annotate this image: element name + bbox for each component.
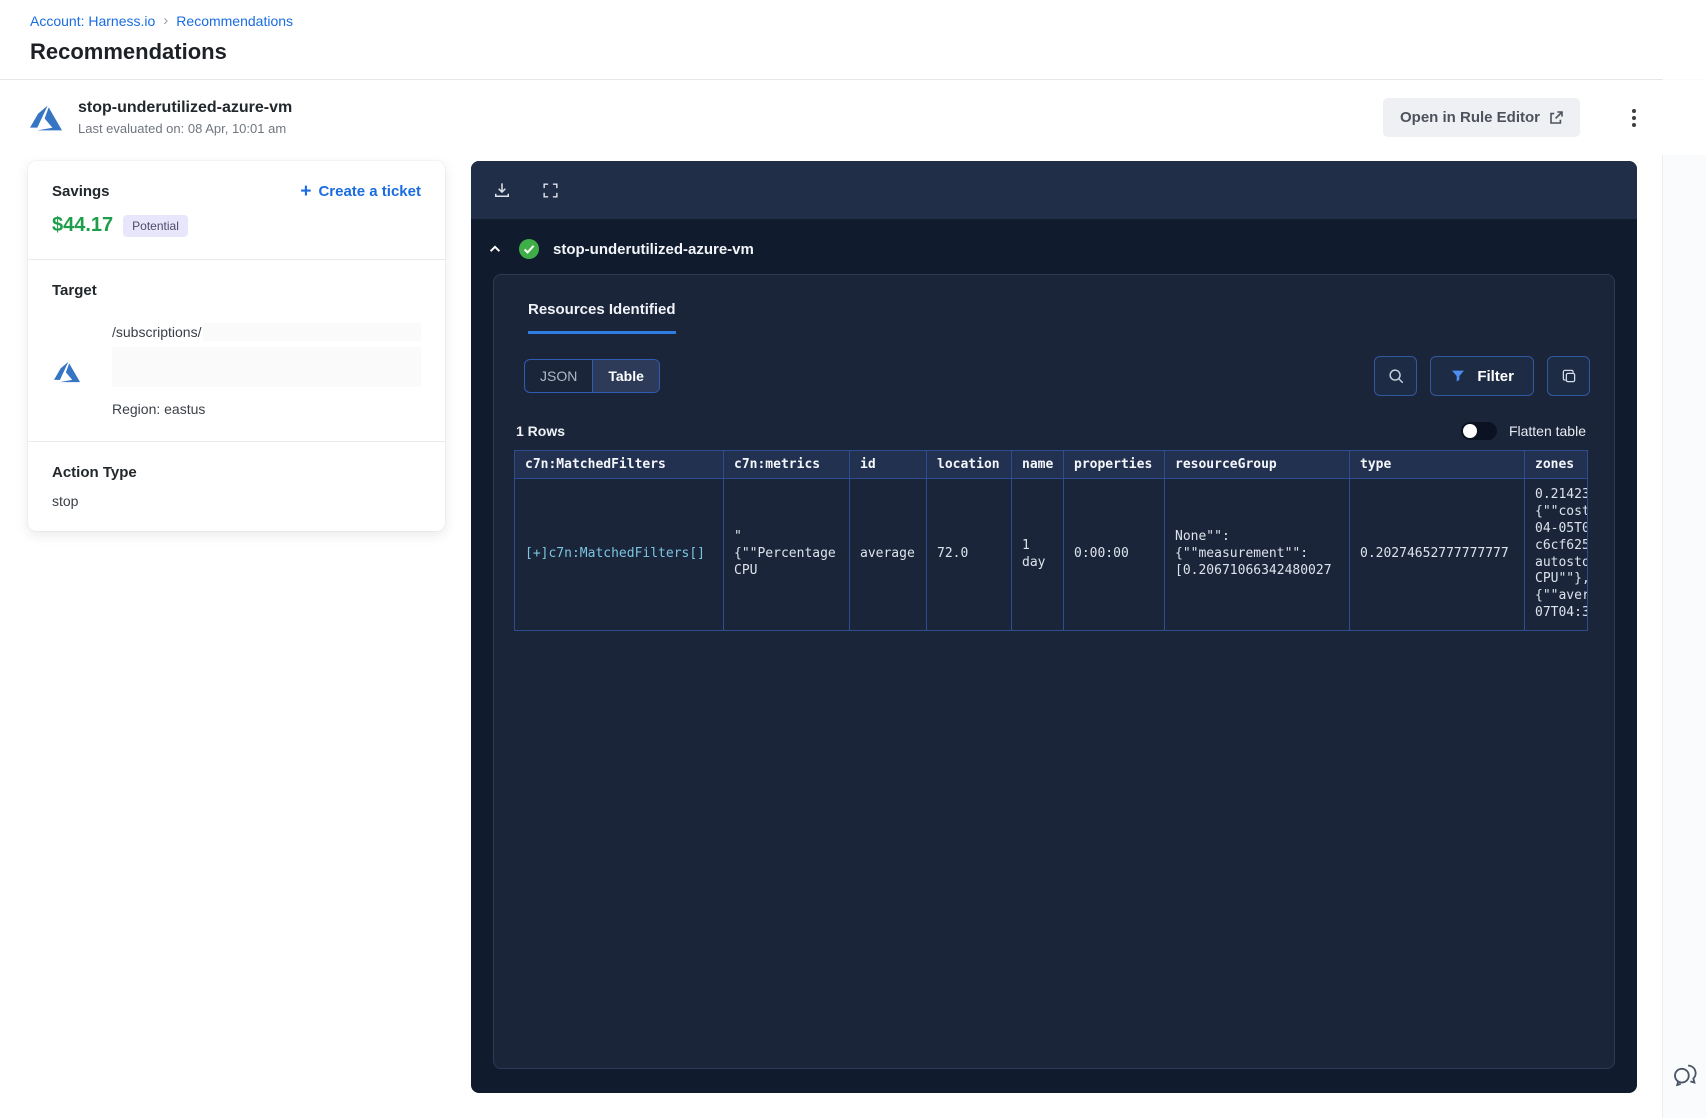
create-ticket-button[interactable]: + Create a ticket <box>300 180 421 202</box>
target-label: Target <box>52 282 97 299</box>
topbar: Account: Harness.io › Recommendations Re… <box>0 0 1706 79</box>
cell-properties: 0:00:00 <box>1063 477 1165 632</box>
cell-resourcegroup: None"": {""measurement"": [0.20671066342… <box>1164 477 1350 632</box>
savings-label: Savings <box>52 183 110 200</box>
panel-title: stop-underutilized-azure-vm <box>553 240 754 258</box>
recommendation-titles: stop-underutilized-azure-vm Last evaluat… <box>78 99 292 136</box>
column-header-id[interactable]: id <box>849 450 927 479</box>
view-toggle-json[interactable]: JSON <box>525 360 592 392</box>
more-options-menu-icon[interactable] <box>1626 103 1642 133</box>
tabbar: Resources Identified <box>494 275 1614 334</box>
page-title: Recommendations <box>30 39 227 64</box>
savings-amount: $44.17 <box>52 214 114 236</box>
panel-toolbar <box>471 161 1637 219</box>
breadcrumb: Account: Harness.io › Recommendations <box>30 12 1676 29</box>
target-region: Region: eastus <box>112 401 206 417</box>
flatten-table-toggle[interactable] <box>1460 422 1497 440</box>
results-panel: stop-underutilized-azure-vm Resources Id… <box>471 161 1637 1093</box>
filter-label: Filter <box>1477 367 1514 385</box>
recommendation-header: stop-underutilized-azure-vm Last evaluat… <box>0 80 1706 155</box>
redacted-path-segment <box>203 323 421 341</box>
external-link-icon <box>1550 110 1563 124</box>
open-rule-editor-label: Open in Rule Editor <box>1399 109 1540 126</box>
breadcrumb-recommendations-link[interactable]: Recommendations <box>176 13 293 29</box>
table-actions: Filter <box>1374 356 1590 396</box>
target-path: /subscriptions/ <box>112 324 202 340</box>
panel-head: stop-underutilized-azure-vm <box>471 219 1637 274</box>
potential-badge: Potential <box>123 214 188 237</box>
column-header-zones[interactable]: zones <box>1524 450 1587 479</box>
cell-type: 0.20274652777777777 <box>1349 477 1525 632</box>
download-icon <box>495 183 509 197</box>
target-section: Target /subscriptions/ Region: eastus <box>28 260 445 441</box>
column-header-properties[interactable]: properties <box>1063 450 1165 479</box>
breadcrumb-account-link[interactable]: Account: Harness.io <box>30 13 155 29</box>
savings-card: Savings + Create a ticket $44.17 Potenti… <box>28 161 445 531</box>
search-button[interactable] <box>1374 356 1418 396</box>
tab-resources-identified[interactable]: Resources Identified <box>528 301 676 334</box>
column-header-location[interactable]: location <box>926 450 1012 479</box>
view-toggle-group: JSON Table <box>524 359 660 393</box>
table-row: [+]c7n:MatchedFilters[] " {""Percentage … <box>514 477 1587 632</box>
page: Account: Harness.io › Recommendations Re… <box>0 0 1706 1118</box>
view-toggle-table[interactable]: Table <box>592 360 659 392</box>
success-check-icon <box>519 239 539 259</box>
column-header-name[interactable]: name <box>1011 450 1064 479</box>
content: Savings + Create a ticket $44.17 Potenti… <box>0 155 1706 1093</box>
column-header-c7n-matchedfilters[interactable]: c7n:MatchedFilters <box>514 450 724 479</box>
toggle-knob <box>1462 424 1477 438</box>
search-icon <box>1389 369 1404 384</box>
table-header-row: c7n:MatchedFilters c7n:metrics id locati… <box>514 450 1587 479</box>
action-type-section: Action Type stop <box>28 442 445 531</box>
fullscreen-button[interactable] <box>537 177 563 203</box>
results-table-container[interactable]: c7n:MatchedFilters c7n:metrics id locati… <box>514 450 1588 632</box>
cell-location: 72.0 <box>926 477 1012 632</box>
fullscreen-icon <box>542 182 558 198</box>
cell-c7n-metrics: " {""Percentage CPU <box>723 477 850 632</box>
filter-button[interactable]: Filter <box>1430 356 1534 396</box>
column-header-c7n-metrics[interactable]: c7n:metrics <box>723 450 850 479</box>
copy-button[interactable] <box>1547 356 1590 396</box>
results-table: c7n:MatchedFilters c7n:metrics id locati… <box>514 450 1587 632</box>
plus-icon: + <box>300 180 312 202</box>
azure-logo-icon <box>30 105 62 130</box>
action-type-label: Action Type <box>52 464 137 481</box>
flatten-table-label: Flatten table <box>1508 423 1586 439</box>
cell-name: 1 day <box>1011 477 1064 632</box>
flatten-control: Flatten table <box>1460 422 1586 440</box>
rows-count: 1 Rows <box>516 423 566 439</box>
create-ticket-label: Create a ticket <box>318 183 421 200</box>
breadcrumb-separator: › <box>163 12 169 29</box>
collapse-button[interactable] <box>485 239 505 259</box>
rows-line: 1 Rows Flatten table <box>494 422 1614 440</box>
cell-id: average <box>849 477 927 632</box>
chevron-up-icon <box>489 245 501 252</box>
recommendation-name: stop-underutilized-azure-vm <box>78 99 293 116</box>
savings-section: Savings + Create a ticket $44.17 Potenti… <box>28 161 445 259</box>
copy-icon <box>1562 369 1575 383</box>
recommendation-last-evaluated: Last evaluated on: 08 Apr, 10:01 am <box>78 121 287 136</box>
redacted-path-line <box>112 347 421 387</box>
target-block: /subscriptions/ Region: eastus <box>52 323 421 419</box>
column-header-resourcegroup[interactable]: resourceGroup <box>1164 450 1350 479</box>
action-type-value: stop <box>52 493 79 509</box>
azure-resource-icon <box>54 361 80 383</box>
resources-panel: Resources Identified JSON Table Filter 1… <box>493 274 1615 1069</box>
view-controls: JSON Table Filter <box>494 356 1614 396</box>
cell-matchedfilters-expand-link[interactable]: [+]c7n:MatchedFilters[] <box>514 477 724 632</box>
download-button[interactable] <box>489 177 515 203</box>
column-header-type[interactable]: type <box>1349 450 1525 479</box>
cell-zones: 0.21423 {""cost 04-05T0 c6cf625 autosto … <box>1524 477 1587 632</box>
open-rule-editor-button[interactable]: Open in Rule Editor <box>1382 98 1580 137</box>
filter-funnel-icon <box>1452 370 1465 382</box>
